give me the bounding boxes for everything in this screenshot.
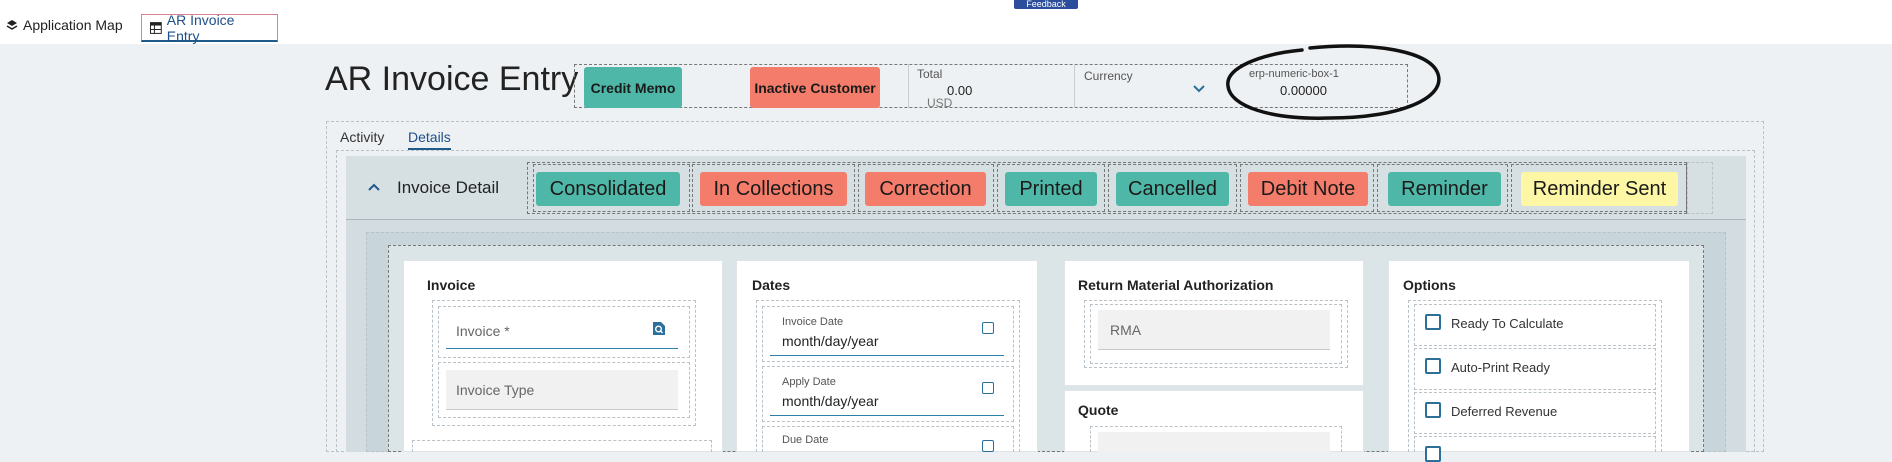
invoice-date-picker[interactable]: Invoice Date month/day/year	[770, 312, 1004, 356]
status-badge: Correction	[865, 172, 986, 206]
invoice-type-input[interactable]: Invoice Type	[446, 370, 678, 410]
invoice-date-value: month/day/year	[782, 333, 879, 349]
checkbox[interactable]	[1425, 314, 1441, 330]
invoice-detail-title: Invoice Detail	[397, 178, 500, 197]
credit-memo-label: Credit Memo	[590, 79, 676, 96]
status-badge: Reminder	[1388, 172, 1501, 206]
options-section-title: Options	[1403, 277, 1456, 293]
badge-label: Correction	[879, 177, 972, 200]
tab-application-map[interactable]: Application Map	[6, 14, 123, 36]
chevron-up-icon[interactable]	[368, 183, 380, 191]
calendar-icon[interactable]	[982, 382, 994, 394]
rma-placeholder: RMA	[1110, 321, 1142, 338]
calendar-icon[interactable]	[982, 322, 994, 334]
chevron-down-icon	[1193, 85, 1205, 93]
badge-label: Reminder Sent	[1532, 177, 1667, 200]
inactive-customer-label: Inactive Customer	[754, 79, 876, 96]
apply-date-value: month/day/year	[782, 393, 879, 409]
apply-date-label: Apply Date	[782, 376, 836, 388]
checkbox[interactable]	[1425, 446, 1441, 462]
total-field: Total 0.00 USD	[908, 64, 1074, 110]
due-date-picker[interactable]: Due Date	[770, 432, 1004, 452]
circle-annotation	[1226, 44, 1441, 120]
layers-icon	[6, 20, 18, 30]
tab-label: AR Invoice Entry	[166, 11, 235, 44]
dates-section-title: Dates	[752, 277, 791, 293]
badge-label: Debit Note	[1260, 177, 1356, 200]
feedback-button[interactable]: Feedback	[1014, 0, 1078, 9]
total-currency: USD	[927, 96, 953, 110]
badge-row-end	[1687, 162, 1713, 214]
feedback-label: Feedback	[1026, 0, 1066, 9]
tab-ar-invoice-entry[interactable]: AR Invoice Entry	[141, 11, 278, 44]
status-badge: Cancelled	[1116, 172, 1229, 206]
total-label: Total	[917, 67, 943, 81]
status-badge: Printed	[1005, 172, 1097, 206]
inactive-customer-badge: Inactive Customer	[750, 67, 880, 108]
apply-date-picker[interactable]: Apply Date month/day/year	[770, 372, 1004, 416]
invoice-section-title: Invoice	[427, 277, 476, 293]
tab-activity[interactable]: Activity	[340, 129, 384, 145]
status-badge: Reminder Sent	[1521, 172, 1678, 206]
quote-input[interactable]	[1098, 432, 1330, 452]
currency-label: Currency	[1084, 69, 1133, 83]
top-nav-bar	[0, 0, 1892, 44]
badge-label: Consolidated	[549, 177, 667, 200]
invoice-input[interactable]: Invoice *	[446, 315, 678, 349]
badge-label: Cancelled	[1128, 177, 1217, 200]
currency-select[interactable]: Currency	[1074, 64, 1234, 108]
invoice-next-group	[412, 440, 712, 452]
quote-section-title: Quote	[1078, 402, 1119, 418]
search-document-icon[interactable]	[652, 321, 666, 336]
tab-details[interactable]: Details	[408, 129, 451, 150]
badge-label: Printed	[1019, 177, 1083, 200]
tab-label: Application Map	[23, 17, 123, 33]
calendar-icon[interactable]	[982, 440, 994, 452]
checkbox[interactable]	[1425, 402, 1441, 418]
option-row[interactable]: Deferred Revenue	[1414, 392, 1656, 434]
invoice-placeholder: Invoice *	[456, 323, 510, 339]
badge-label: Reminder	[1401, 177, 1488, 200]
option-row[interactable]	[1414, 436, 1656, 462]
status-badge: Debit Note	[1248, 172, 1368, 206]
option-label: Auto-Print Ready	[1451, 360, 1550, 375]
option-label: Ready To Calculate	[1451, 316, 1564, 331]
credit-memo-badge: Credit Memo	[584, 67, 682, 108]
option-label: Deferred Revenue	[1451, 404, 1558, 419]
status-badge: In Collections	[700, 172, 847, 206]
option-row[interactable]: Auto-Print Ready	[1414, 348, 1656, 390]
invoice-date-label: Invoice Date	[782, 316, 844, 328]
rma-input[interactable]: RMA	[1098, 310, 1330, 350]
status-badge: Consolidated	[536, 172, 680, 206]
due-date-label: Due Date	[782, 434, 829, 446]
option-row[interactable]: Ready To Calculate	[1414, 304, 1656, 346]
rma-section-title: Return Material Authorization	[1078, 277, 1274, 293]
table-icon	[150, 21, 162, 34]
invoice-type-placeholder: Invoice Type	[456, 381, 535, 398]
badge-label: In Collections	[713, 177, 834, 200]
page-title: AR Invoice Entry	[325, 60, 579, 98]
checkbox[interactable]	[1425, 358, 1441, 374]
